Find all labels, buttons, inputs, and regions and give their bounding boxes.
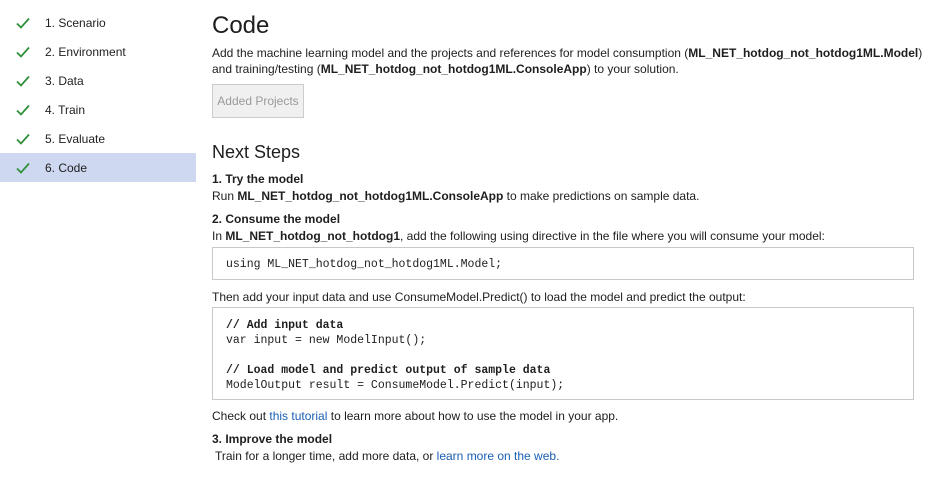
step-code[interactable]: 6. Code	[0, 153, 196, 182]
checkmark-icon	[16, 161, 34, 175]
code-line: using ML_NET_hotdog_not_hotdog1ML.Model;	[226, 258, 503, 271]
learn-more-link[interactable]: learn more on the web.	[437, 449, 560, 463]
checkmark-icon	[16, 103, 34, 117]
predict-code-box[interactable]: // Add input data var input = new ModelI…	[212, 307, 914, 400]
code-line: ModelOutput result = ConsumeModel.Predic…	[226, 379, 565, 392]
checkmark-icon	[16, 16, 34, 30]
consume-model-text: In ML_NET_hotdog_not_hotdog1, add the fo…	[212, 229, 825, 243]
step-data[interactable]: 3. Data	[0, 66, 196, 95]
step-label: 6. Code	[45, 160, 88, 175]
improve-model-heading: 3. Improve the model	[212, 432, 333, 446]
next-steps-heading: Next Steps	[212, 142, 301, 162]
project-name: ML_NET_hotdog_not_hotdog1	[225, 229, 400, 243]
page-description: Add the machine learning model and the p…	[212, 46, 923, 76]
added-projects-button[interactable]: Added Projects	[212, 84, 304, 118]
checkmark-icon	[16, 74, 34, 88]
page-title: Code	[212, 12, 270, 39]
checkmark-icon	[16, 45, 34, 59]
step-label: 4. Train	[45, 102, 86, 117]
code-comment-line: // Load model and predict output of samp…	[226, 364, 551, 377]
code-comment-line: // Add input data	[226, 319, 344, 332]
step-label: 3. Data	[45, 73, 84, 88]
step-label: 2. Environment	[45, 44, 126, 59]
console-app-name: ML_NET_hotdog_not_hotdog1ML.ConsoleApp	[237, 189, 504, 203]
try-model-text: Run ML_NET_hotdog_not_hotdog1ML.ConsoleA…	[212, 189, 700, 203]
step-label: 1. Scenario	[45, 15, 106, 30]
console-project-name: ML_NET_hotdog_not_hotdog1ML.ConsoleApp	[320, 62, 587, 76]
improve-model-text: Train for a longer time, add more data, …	[215, 449, 560, 463]
step-train[interactable]: 4. Train	[0, 95, 196, 124]
wizard-steps-sidebar: 1. Scenario 2. Environment 3. Data 4. Tr…	[0, 8, 196, 182]
then-add-input-text: Then add your input data and use Consume…	[212, 290, 746, 304]
using-directive-code-box[interactable]: using ML_NET_hotdog_not_hotdog1ML.Model;	[212, 247, 914, 280]
checkmark-icon	[16, 132, 34, 146]
tutorial-link[interactable]: this tutorial	[269, 409, 327, 423]
step-environment[interactable]: 2. Environment	[0, 37, 196, 66]
step-scenario[interactable]: 1. Scenario	[0, 8, 196, 37]
tutorial-text: Check out this tutorial to learn more ab…	[212, 409, 619, 423]
step-label: 5. Evaluate	[45, 131, 106, 146]
consume-model-heading: 2. Consume the model	[212, 212, 341, 226]
model-project-name: ML_NET_hotdog_not_hotdog1ML.Model	[688, 46, 919, 60]
try-model-heading: 1. Try the model	[212, 172, 304, 186]
step-evaluate[interactable]: 5. Evaluate	[0, 124, 196, 153]
code-line: var input = new ModelInput();	[226, 334, 427, 347]
